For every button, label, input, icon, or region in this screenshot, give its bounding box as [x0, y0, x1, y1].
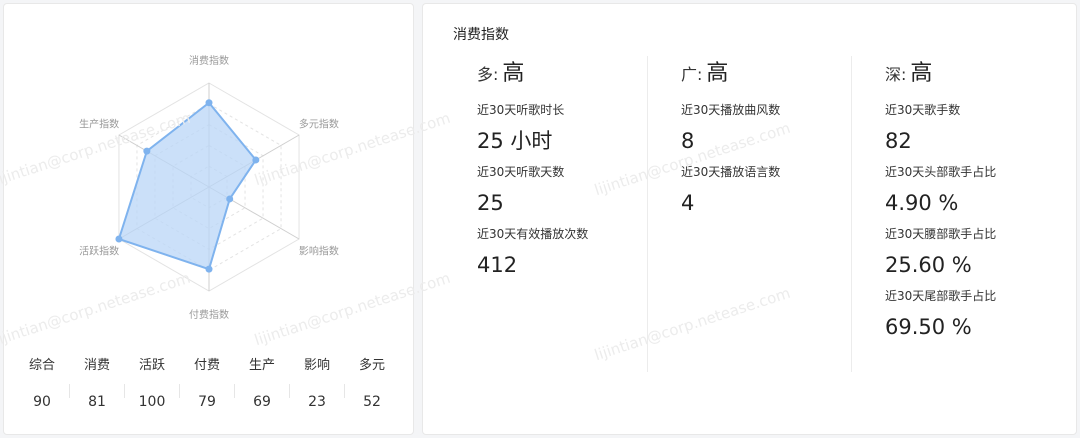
metric-value: 8	[681, 129, 695, 153]
radar-point	[205, 99, 213, 107]
score-item: 影响 23	[289, 356, 345, 410]
score-value: 90	[33, 394, 51, 410]
score-value: 69	[253, 394, 271, 410]
metric-value: 412	[477, 253, 518, 277]
column-heading: 深: 高	[885, 56, 996, 92]
column-level: 高	[706, 61, 729, 86]
column-level: 高	[502, 61, 525, 86]
score-item: 付费 79	[179, 356, 235, 410]
radar-card: 消费指数多元指数影响指数付费指数 活跃指数 生产指数 综合 90 消费 81 活跃 100 付费…	[3, 3, 414, 435]
metric-label: 近30天头部歌手占比	[885, 165, 997, 179]
radar-axis-label: 消费指数	[189, 54, 229, 67]
radar-point	[252, 156, 260, 164]
column-divider	[851, 56, 852, 372]
metric-label: 近30天有效播放次数	[477, 227, 589, 241]
score-item: 多元 52	[344, 356, 400, 410]
radar-point	[226, 195, 234, 203]
radar-series-area	[117, 101, 258, 271]
metric-label: 近30天尾部歌手占比	[885, 289, 997, 303]
metric-value: 82	[885, 129, 912, 153]
radar-axis-label: 影响指数	[299, 244, 339, 257]
radar-point	[143, 147, 151, 155]
score-item: 活跃 100	[124, 356, 180, 410]
column-dimension: 广:	[681, 65, 703, 84]
column-heading: 广: 高	[681, 56, 780, 92]
radar-axis-label: 付费指数	[189, 308, 229, 321]
consumption-detail-card: 消费指数 多: 高近30天听歌时长 25 小时 近30天听歌天数 25 近30天有效播放次…	[422, 3, 1077, 435]
detail-column: 多: 高近30天听歌时长 25 小时近30天听歌天数 25 近30天有效播放次数 412	[477, 56, 588, 278]
metric-label: 近30天歌手数	[885, 103, 961, 117]
score-label: 活跃	[138, 358, 165, 373]
radar-axis-label: 多元指数	[299, 118, 339, 131]
column-dimension: 深:	[885, 65, 907, 84]
score-item: 综合 90	[14, 356, 70, 410]
radar-point	[205, 265, 213, 273]
score-value: 23	[308, 394, 326, 410]
score-item: 消费 81	[69, 356, 125, 410]
score-value: 52	[363, 394, 381, 410]
score-label: 多元	[358, 358, 385, 373]
score-label: 综合	[28, 358, 55, 373]
detail-column: 广: 高近30天播放曲风数 8 近30天播放语言数 4	[681, 56, 780, 216]
metric-label: 近30天播放曲风数	[681, 103, 781, 117]
column-divider	[647, 56, 648, 372]
score-value: 81	[88, 394, 106, 410]
metric-label: 近30天腰部歌手占比	[885, 227, 997, 241]
column-level: 高	[910, 61, 933, 86]
radar-axis-label: 生产指数	[79, 118, 119, 131]
metric-value: 69.50 %	[885, 315, 972, 339]
metric-value: 4.90 %	[885, 191, 959, 215]
radar-axis-label: 活跃指数	[79, 244, 119, 257]
card-title: 消费指数	[453, 27, 509, 43]
metric-value: 4	[681, 191, 695, 215]
radar-chart: 消费指数多元指数影响指数付费指数 活跃指数 生产指数	[79, 54, 339, 321]
metric-value: 25 小时	[477, 129, 553, 153]
score-label: 付费	[193, 358, 220, 373]
metric-label: 近30天听歌天数	[477, 165, 565, 179]
metric-value: 25.60 %	[885, 253, 972, 277]
metric-value: 25	[477, 191, 504, 215]
metric-label: 近30天播放语言数	[681, 165, 781, 179]
score-value: 100	[138, 394, 166, 410]
score-label: 影响	[303, 358, 330, 373]
radar-point	[115, 235, 123, 243]
score-item: 生产 69	[234, 356, 290, 410]
score-label: 生产	[248, 358, 275, 373]
detail-column: 深: 高近30天歌手数 82 近30天头部歌手占比 4.90 % 近30天腰部歌手占比 25…	[885, 56, 996, 340]
score-label: 消费	[83, 358, 110, 373]
score-value: 79	[198, 394, 216, 410]
column-dimension: 多:	[477, 65, 499, 84]
column-heading: 多: 高	[477, 56, 588, 92]
metric-label: 近30天听歌时长	[477, 103, 565, 117]
